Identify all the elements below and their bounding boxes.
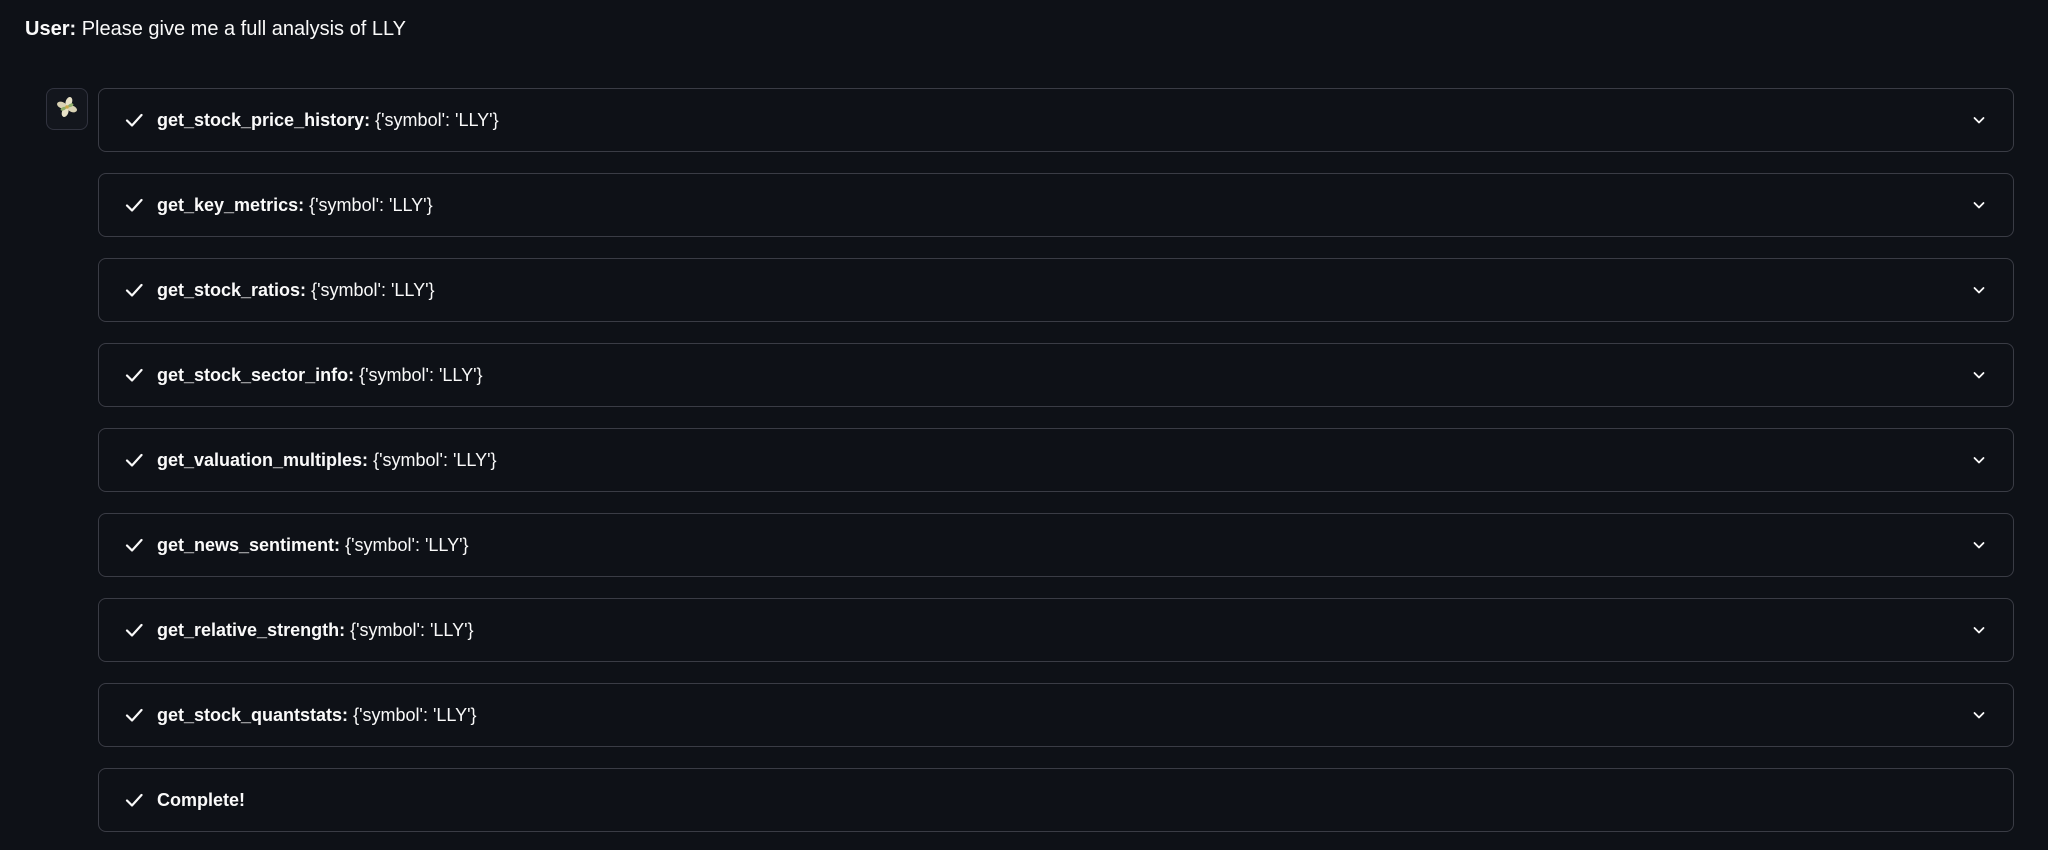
tool-step-label: get_key_metrics: {'symbol': 'LLY'} — [157, 192, 1969, 218]
tool-step-label: get_stock_ratios: {'symbol': 'LLY'} — [157, 277, 1969, 303]
chevron-down-icon[interactable] — [1969, 110, 1989, 130]
chevron-down-icon[interactable] — [1969, 705, 1989, 725]
tool-step-name: get_stock_quantstats: — [157, 705, 349, 725]
chevron-down-icon[interactable] — [1969, 450, 1989, 470]
tool-step-name: get_valuation_multiples: — [157, 450, 369, 470]
tool-step-get-key-metrics[interactable]: get_key_metrics: {'symbol': 'LLY'} — [98, 173, 2014, 237]
tool-step-label: get_valuation_multiples: {'symbol': 'LLY… — [157, 447, 1969, 473]
tool-step-args: {'symbol': 'LLY'} — [311, 280, 435, 300]
chevron-down-icon[interactable] — [1969, 620, 1989, 640]
tool-step-args: {'symbol': 'LLY'} — [353, 705, 477, 725]
tool-step-label: get_relative_strength: {'symbol': 'LLY'} — [157, 617, 1969, 643]
user-message: User: Please give me a full analysis of … — [25, 14, 406, 44]
user-message-text: Please give me a full analysis of LLY — [81, 18, 406, 40]
tool-step-label: get_stock_quantstats: {'symbol': 'LLY'} — [157, 702, 1969, 728]
tool-step-args: {'symbol': 'LLY'} — [350, 620, 474, 640]
status-complete: Complete! — [98, 768, 2014, 832]
tool-step-label: get_stock_price_history: {'symbol': 'LLY… — [157, 107, 1969, 133]
assistant-avatar — [46, 88, 88, 130]
tool-step-args: {'symbol': 'LLY'} — [309, 195, 433, 215]
check-icon — [123, 449, 145, 471]
tool-step-name: get_stock_sector_info: — [157, 365, 355, 385]
tool-step-label: get_stock_sector_info: {'symbol': 'LLY'} — [157, 362, 1969, 388]
tool-step-args: {'symbol': 'LLY'} — [375, 110, 499, 130]
tool-step-label: get_news_sentiment: {'symbol': 'LLY'} — [157, 532, 1969, 558]
tool-step-name: get_news_sentiment: — [157, 535, 341, 555]
flower-icon — [55, 95, 79, 124]
user-message-label: User: — [25, 18, 77, 40]
tool-step-get-valuation-multiples[interactable]: get_valuation_multiples: {'symbol': 'LLY… — [98, 428, 2014, 492]
check-icon — [123, 619, 145, 641]
tool-step-get-stock-price-history[interactable]: get_stock_price_history: {'symbol': 'LLY… — [98, 88, 2014, 152]
check-icon — [123, 789, 145, 811]
check-icon — [123, 534, 145, 556]
tool-step-get-stock-sector-info[interactable]: get_stock_sector_info: {'symbol': 'LLY'} — [98, 343, 2014, 407]
tool-step-get-stock-quantstats[interactable]: get_stock_quantstats: {'symbol': 'LLY'} — [98, 683, 2014, 747]
tool-step-name: get_stock_price_history: — [157, 110, 371, 130]
status-complete-text: Complete! — [157, 790, 246, 810]
tool-step-get-news-sentiment[interactable]: get_news_sentiment: {'symbol': 'LLY'} — [98, 513, 2014, 577]
tool-step-args: {'symbol': 'LLY'} — [359, 365, 483, 385]
status-complete-label: Complete! — [157, 787, 1989, 813]
chevron-down-icon[interactable] — [1969, 365, 1989, 385]
check-icon — [123, 194, 145, 216]
chevron-down-icon[interactable] — [1969, 280, 1989, 300]
tool-step-args: {'symbol': 'LLY'} — [345, 535, 469, 555]
chat-page: User: Please give me a full analysis of … — [0, 0, 2048, 850]
tool-step-get-relative-strength[interactable]: get_relative_strength: {'symbol': 'LLY'} — [98, 598, 2014, 662]
chevron-down-icon[interactable] — [1969, 535, 1989, 555]
check-icon — [123, 109, 145, 131]
tool-steps-list: get_stock_price_history: {'symbol': 'LLY… — [98, 88, 2014, 850]
chevron-down-icon[interactable] — [1969, 195, 1989, 215]
tool-step-get-stock-ratios[interactable]: get_stock_ratios: {'symbol': 'LLY'} — [98, 258, 2014, 322]
tool-step-name: get_relative_strength: — [157, 620, 346, 640]
tool-step-name: get_stock_ratios: — [157, 280, 307, 300]
tool-step-args: {'symbol': 'LLY'} — [373, 450, 497, 470]
tool-step-name: get_key_metrics: — [157, 195, 305, 215]
check-icon — [123, 279, 145, 301]
check-icon — [123, 704, 145, 726]
check-icon — [123, 364, 145, 386]
